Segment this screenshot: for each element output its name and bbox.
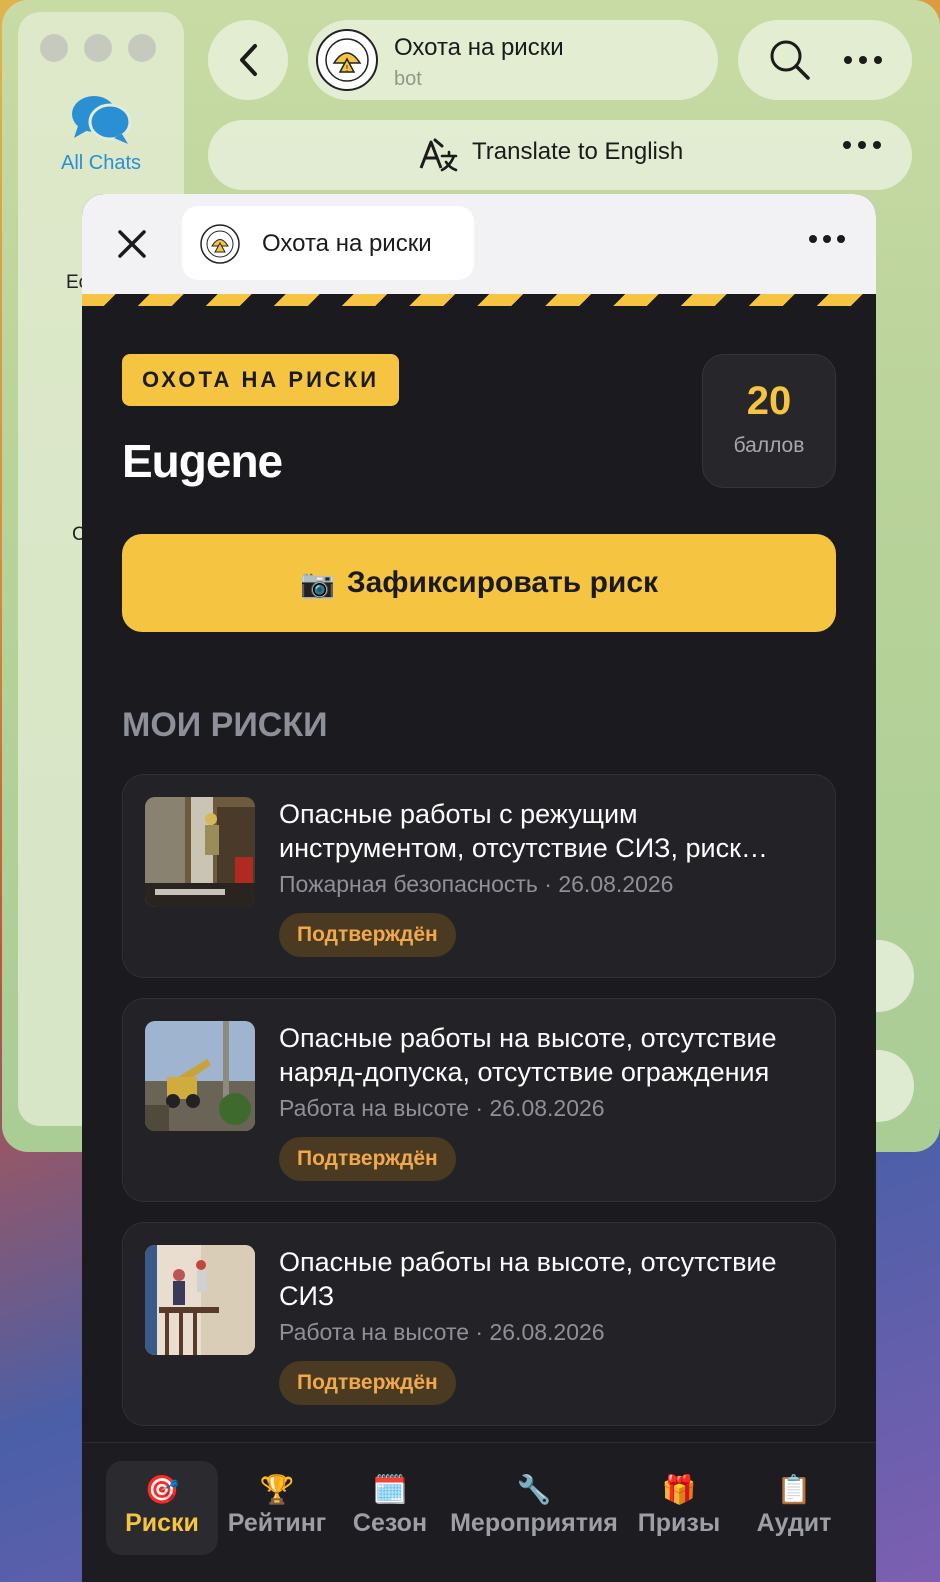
nav-tab-rating[interactable]: 🏆 Рейтинг: [222, 1461, 332, 1555]
back-button[interactable]: [208, 20, 288, 100]
nav-tab-label: Призы: [637, 1509, 721, 1537]
risk-title: Опасные работы на высоте, отсутствие нар…: [279, 1023, 777, 1087]
nav-tab-risks[interactable]: 🎯 Риски: [106, 1461, 218, 1555]
nav-tab-audit[interactable]: 📋 Аудит: [744, 1461, 844, 1555]
folder-all-chats[interactable]: All Chats: [18, 92, 184, 175]
risk-title: Опасные работы с режущим инструментом, о…: [279, 799, 741, 863]
risk-card[interactable]: Опасные работы на высоте, отсутствие СИЗ…: [122, 1222, 836, 1426]
mini-app-header: Охота на риски: [82, 194, 876, 294]
mini-app-tab[interactable]: Охота на риски: [182, 206, 474, 280]
chat-bubbles-icon: [72, 96, 132, 144]
risk-photo: [145, 797, 255, 907]
more-icon[interactable]: [808, 234, 846, 244]
risk-meta: Работа на высоте · 26.08.2026: [279, 1095, 605, 1121]
nav-tab-label: Риски: [125, 1509, 199, 1537]
zoom-window-button[interactable]: [128, 34, 156, 62]
gift-icon: 🎁: [661, 1474, 697, 1505]
status-badge: Подтверждён: [279, 1361, 456, 1405]
chat-actions-pill: [738, 20, 912, 100]
trophy-icon: 🏆: [259, 1474, 295, 1505]
nav-tab-label: Мероприятия: [450, 1509, 618, 1537]
user-name: Eugene: [122, 435, 283, 487]
svg-text:!: !: [345, 64, 348, 73]
risk-photo: [145, 1021, 255, 1131]
search-icon[interactable]: [768, 38, 812, 82]
more-icon[interactable]: [843, 55, 883, 65]
translate-label: Translate to English: [472, 138, 684, 165]
score-card: 20 баллов: [702, 354, 836, 488]
status-badge: Подтверждён: [279, 1137, 456, 1181]
score-value: 20: [746, 379, 792, 423]
nav-tab-season[interactable]: 🗓️ Сезон: [340, 1461, 440, 1555]
risk-meta: Пожарная безопасность · 26.08.2026: [279, 871, 674, 897]
camera-icon: 📷: [299, 567, 335, 599]
mini-app-tab-title: Охота на риски: [262, 230, 432, 257]
nav-tab-label: Рейтинг: [227, 1509, 327, 1537]
nav-tab-label: Аудит: [756, 1509, 832, 1537]
clipboard-icon: 📋: [776, 1474, 812, 1505]
bot-avatar: [200, 224, 240, 264]
chat-subtitle: bot: [394, 68, 422, 90]
folder-all-chats-label: All Chats: [60, 152, 142, 174]
bottom-nav: 🎯 Риски 🏆 Рейтинг 🗓️ Сезон 🔧 Мероприятия…: [82, 1442, 876, 1582]
chat-title: Охота на риски: [394, 34, 564, 61]
risk-card[interactable]: Опасные работы на высоте, отсутствие нар…: [122, 998, 836, 1202]
status-badge: Подтверждён: [279, 913, 456, 957]
calendar-icon: 🗓️: [372, 1474, 408, 1505]
risk-title: Опасные работы на высоте, отсутствие СИЗ: [279, 1247, 777, 1311]
nav-tab-events[interactable]: 🔧 Мероприятия: [446, 1461, 622, 1555]
minimize-window-button[interactable]: [84, 34, 112, 62]
risk-meta: Работа на высоте · 26.08.2026: [279, 1319, 605, 1345]
target-icon: 🎯: [144, 1474, 180, 1505]
report-risk-button[interactable]: 📷 Зафиксировать риск: [122, 534, 836, 632]
chat-title-pill[interactable]: ! Охота на риски bot: [308, 20, 718, 100]
section-title: МОИ РИСКИ: [122, 706, 328, 744]
mini-app-window: Охота на риски ОХОТА НА РИСКИ Eugene 20 …: [82, 194, 876, 1582]
close-mini-app-button[interactable]: [112, 224, 152, 264]
risk-card[interactable]: Опасные работы с режущим инструментом, о…: [122, 774, 836, 978]
chevron-left-icon: [240, 44, 257, 76]
window-controls: [40, 34, 156, 62]
more-icon[interactable]: [842, 140, 882, 150]
nav-tab-prizes[interactable]: 🎁 Призы: [630, 1461, 728, 1555]
hazard-stripe: [82, 294, 876, 306]
translate-bar[interactable]: Translate to English: [208, 120, 912, 190]
risk-photo: [145, 1245, 255, 1355]
bot-avatar: !: [316, 29, 378, 91]
close-window-button[interactable]: [40, 34, 68, 62]
brand-badge: ОХОТА НА РИСКИ: [122, 354, 400, 406]
translate-icon: [419, 138, 458, 172]
wrench-icon: 🔧: [516, 1474, 552, 1505]
nav-tab-label: Сезон: [352, 1509, 428, 1537]
score-unit: баллов: [733, 434, 805, 457]
report-risk-label: Зафиксировать риск: [346, 566, 659, 599]
close-icon: [118, 230, 146, 258]
